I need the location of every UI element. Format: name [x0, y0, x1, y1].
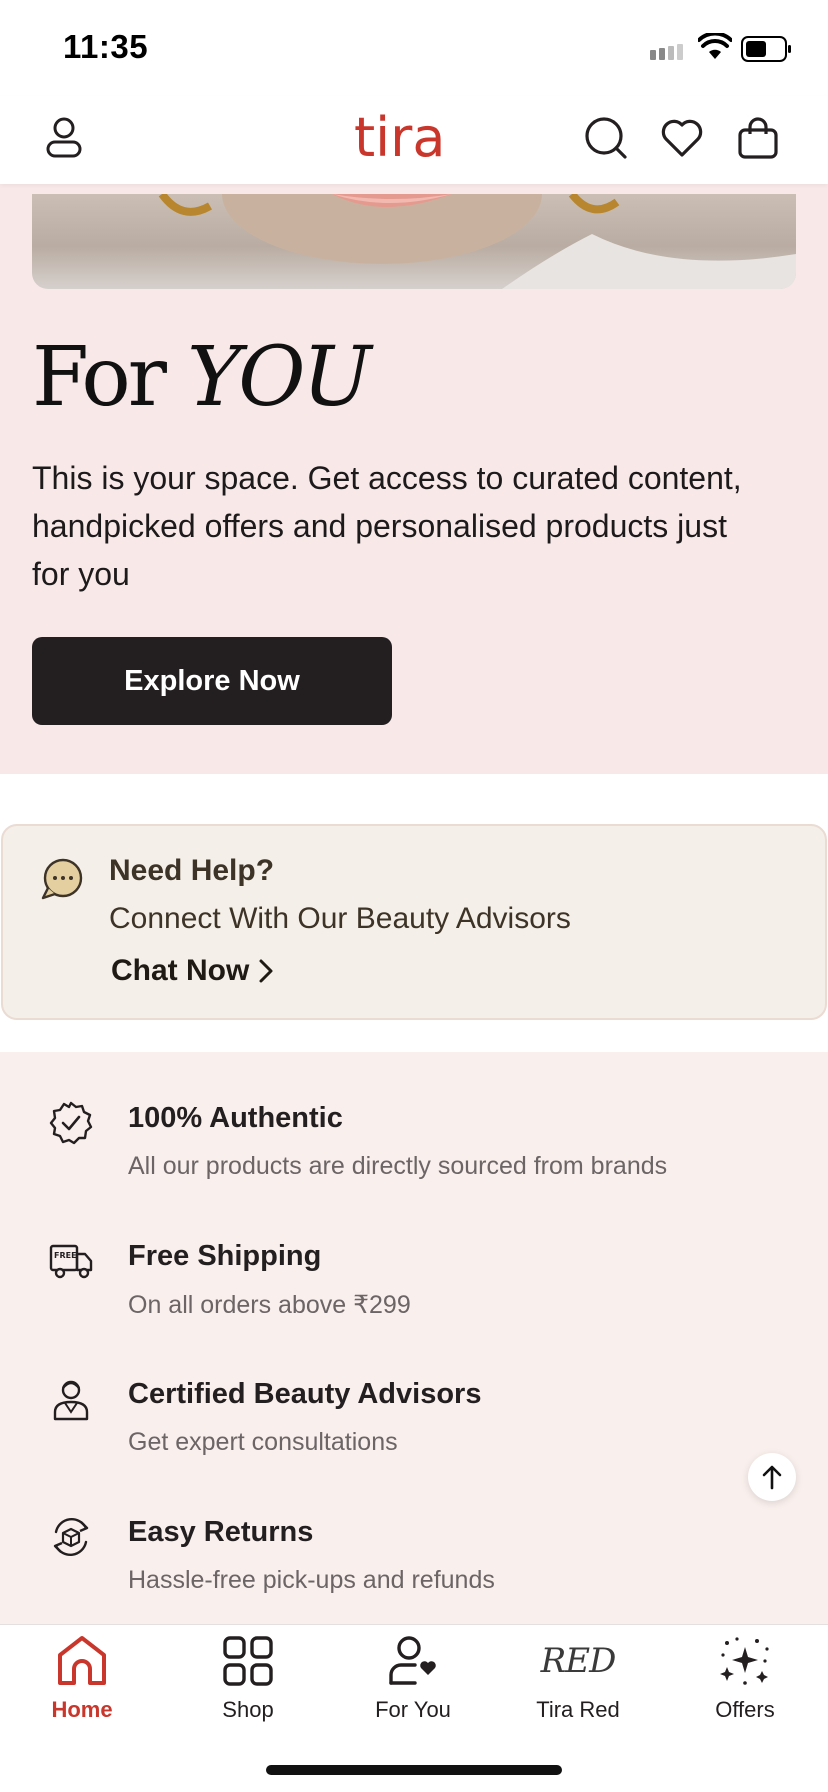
- battery-icon: [741, 36, 791, 62]
- person-heart-icon: [389, 1636, 436, 1685]
- nav-tira-red[interactable]: RED Tira Red: [503, 1633, 653, 1733]
- arrow-up-icon: [762, 1465, 782, 1490]
- cellular-signal-icon: [650, 44, 683, 60]
- hero-banner-image[interactable]: [32, 194, 796, 289]
- nav-home[interactable]: Home: [7, 1633, 157, 1733]
- home-indicator: [266, 1765, 562, 1775]
- tira-logo[interactable]: tira: [350, 104, 474, 170]
- chat-bubble-icon: [41, 858, 83, 900]
- beauty-advisor-icon: [53, 1380, 89, 1421]
- chat-now-link[interactable]: Chat Now: [111, 954, 275, 988]
- grid-icon: [223, 1636, 273, 1686]
- feature-beauty-advisors: Certified Beauty Advisors Get expert con…: [0, 1328, 828, 1456]
- nav-for-you[interactable]: For You: [338, 1633, 488, 1733]
- feature-easy-returns: Easy Returns Hassle-free pick-ups and re…: [0, 1466, 828, 1594]
- feature-desc: Get expert consultations: [128, 1428, 398, 1456]
- wifi-icon: [698, 33, 732, 59]
- sparkles-icon: [720, 1637, 769, 1685]
- feature-title: Free Shipping: [128, 1240, 322, 1272]
- help-subtitle: Connect With Our Beauty Advisors: [109, 902, 571, 935]
- hero-description: This is your space. Get access to curate…: [32, 460, 742, 592]
- status-bar: 11:35: [0, 0, 828, 96]
- feature-title: Certified Beauty Advisors: [128, 1378, 482, 1410]
- hero-title: For YOU: [32, 330, 372, 425]
- scroll-to-top-button[interactable]: [748, 1453, 796, 1501]
- hero-title-you: YOU: [187, 330, 371, 425]
- nav-offers[interactable]: Offers: [670, 1633, 820, 1733]
- app-header: tira: [0, 96, 828, 184]
- features-section: 100% Authentic All our products are dire…: [0, 1052, 828, 1632]
- feature-title: Easy Returns: [128, 1516, 314, 1548]
- account-icon[interactable]: [40, 114, 88, 162]
- hero-title-for: For: [32, 330, 167, 425]
- nav-label: Shop: [222, 1697, 274, 1722]
- nav-shop[interactable]: Shop: [173, 1633, 323, 1733]
- help-title: Need Help?: [109, 854, 275, 887]
- wishlist-heart-icon[interactable]: [658, 114, 706, 162]
- search-icon[interactable]: [582, 114, 630, 162]
- svg-text:FREE: FREE: [54, 1251, 77, 1260]
- feature-free-shipping: FREE Free Shipping On all orders above ₹…: [0, 1190, 828, 1319]
- nav-label: Home: [51, 1697, 113, 1722]
- bottom-navigation: Home Shop For You RED Tira Red Offers: [0, 1624, 828, 1792]
- shopping-bag-icon[interactable]: [734, 114, 782, 162]
- explore-now-button[interactable]: Explore Now: [32, 637, 392, 725]
- red-wordmark: RED: [540, 1641, 617, 1681]
- chat-now-label: Chat Now: [111, 954, 250, 987]
- feature-authentic: 100% Authentic All our products are dire…: [0, 1052, 828, 1180]
- logo-text: tira: [354, 106, 445, 169]
- easy-returns-icon: [53, 1517, 89, 1557]
- feature-desc: Hassle-free pick-ups and refunds: [128, 1566, 495, 1594]
- feature-desc: On all orders above ₹299: [128, 1291, 411, 1319]
- status-time: 11:35: [63, 28, 149, 65]
- feature-desc: All our products are directly sourced fr…: [128, 1152, 668, 1180]
- chevron-right-icon: [259, 959, 273, 983]
- nav-label: For You: [375, 1697, 451, 1722]
- feature-title: 100% Authentic: [128, 1102, 343, 1134]
- free-shipping-truck-icon: FREE: [49, 1244, 93, 1279]
- authentic-badge-icon: [49, 1101, 93, 1145]
- for-you-hero: For YOU This is your space. Get access t…: [0, 184, 828, 774]
- need-help-card: Need Help? Connect With Our Beauty Advis…: [1, 824, 827, 1020]
- nav-label: Offers: [715, 1697, 775, 1722]
- home-icon: [58, 1636, 106, 1685]
- nav-label: Tira Red: [536, 1697, 620, 1722]
- hero-photo-crop: [158, 194, 796, 289]
